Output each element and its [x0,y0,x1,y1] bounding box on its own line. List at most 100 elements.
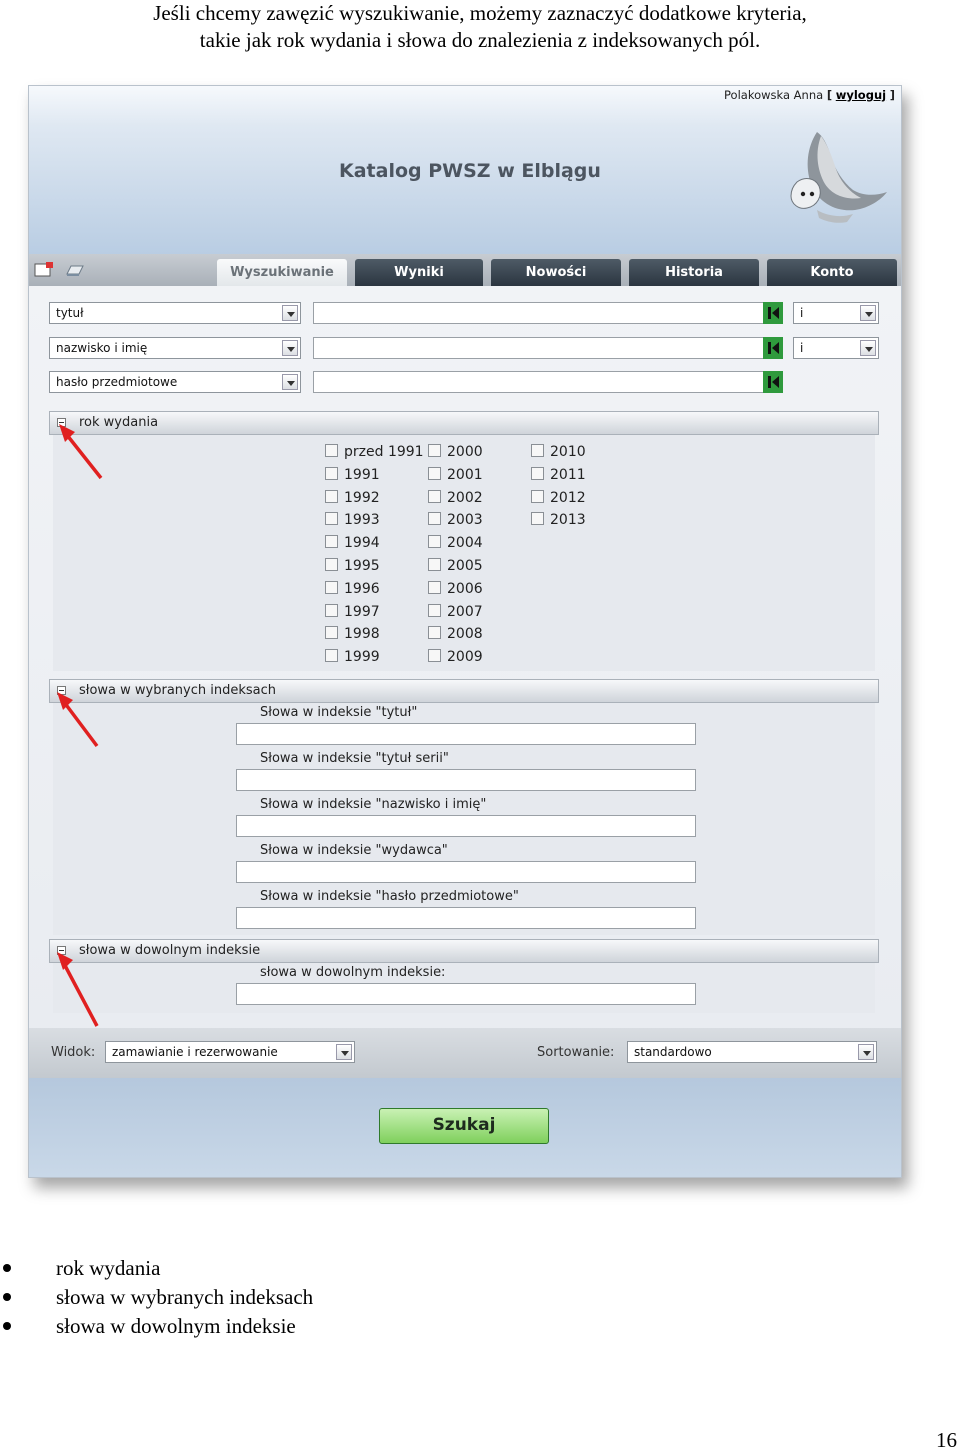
search-button[interactable]: Szukaj [379,1108,549,1144]
operator-select-2-value: i [800,341,804,355]
year-label: przed 1991 [344,444,424,460]
view-select[interactable]: zamawianie i rezerwowanie [105,1041,355,1063]
year-label: 2003 [447,512,483,529]
year-label: 2011 [550,466,586,483]
bracket-close: ] [889,88,895,102]
checkbox-box[interactable] [325,489,338,503]
checkbox-box[interactable] [428,466,441,480]
chevron-down-icon[interactable] [860,340,876,356]
checkbox-box[interactable] [531,512,544,526]
checkbox-box[interactable] [325,603,338,617]
field-select-3-value: hasło przedmiotowe [56,375,178,389]
any-index-section-header[interactable]: słowa w dowolnym indeksie [49,939,879,963]
year-label: 2001 [447,466,483,483]
catalog-header: Polakowska Anna [ wyloguj ] Katalog PWSZ… [29,86,901,254]
search-input-1[interactable] [313,302,783,324]
list-item: rok wydania [0,1254,313,1283]
field-select-3[interactable]: hasło przedmiotowe [49,371,301,393]
tab-konto[interactable]: Konto [767,259,897,286]
field-select-1[interactable]: tytuł [49,302,301,324]
bracket-open: [ [826,88,833,102]
chevron-down-icon[interactable] [858,1044,874,1060]
index-browse-icon[interactable] [763,371,783,393]
any-index-input[interactable] [236,983,696,1005]
view-sort-bar: Widok: zamawianie i rezerwowanie Sortowa… [29,1028,901,1078]
tab-wyszukiwanie[interactable]: Wyszukiwanie [217,259,347,286]
chevron-down-icon[interactable] [282,305,298,321]
sort-label: Sortowanie: [537,1045,615,1060]
checkbox-box[interactable] [325,512,338,526]
chevron-down-icon[interactable] [282,374,298,390]
year-label: 1991 [344,466,380,483]
checkbox-box[interactable] [428,649,441,663]
index-input-tytul[interactable] [236,723,696,745]
checkbox-box[interactable] [428,558,441,571]
checkbox-box[interactable] [531,489,544,503]
year-label: 2000 [447,444,483,460]
checkbox-box[interactable] [428,489,441,503]
checkbox-box[interactable] [531,466,544,480]
checkbox-box[interactable] [531,444,544,457]
index-input-wydawca[interactable] [236,861,696,883]
index-label-wydawca: Słowa w indeksie "wydawca" [260,843,448,858]
index-input-nazwisko[interactable] [236,815,696,837]
search-form: tytuł i nazwisko i imię i hasło przedmio… [29,286,901,1028]
index-browse-icon[interactable] [763,337,783,359]
navigation-bar: Wyszukiwanie Wyniki Nowości Historia Kon… [29,254,901,286]
year-label: 2008 [447,626,483,643]
checkbox-box[interactable] [428,580,441,594]
catalog-screenshot: Polakowska Anna [ wyloguj ] Katalog PWSZ… [28,85,902,1178]
checkbox-box[interactable] [428,444,441,457]
year-label: 2009 [447,649,483,666]
index-section-header[interactable]: słowa w wybranych indeksach [49,679,879,703]
checkbox-box[interactable] [428,512,441,526]
checkbox-box[interactable] [325,580,338,594]
year-label: 2012 [550,489,586,506]
operator-select-2[interactable]: i [793,337,879,359]
checkbox-box[interactable] [325,649,338,663]
checkbox-box[interactable] [428,603,441,617]
year-label: 2005 [447,558,483,574]
new-window-icon[interactable] [34,262,54,278]
user-name: Polakowska Anna [724,88,824,102]
clear-icon[interactable] [65,262,85,278]
year-label: 2013 [550,512,586,529]
year-section-header[interactable]: rok wydania [49,411,879,435]
checkbox-box[interactable] [325,535,338,549]
sort-select[interactable]: standardowo [627,1041,877,1063]
index-input-tytul-serii[interactable] [236,769,696,791]
year-label: 1995 [344,558,380,574]
index-input-haslo[interactable] [236,907,696,929]
intro-text: Jeśli chcemy zawęzić wyszukiwanie, możem… [0,0,960,54]
checkbox-box[interactable] [325,444,338,457]
checkbox-box[interactable] [428,626,441,640]
chevron-down-icon[interactable] [336,1044,352,1060]
view-select-value: zamawianie i rezerwowanie [112,1045,278,1059]
catalog-footer: Szukaj [29,1078,901,1177]
checkbox-box[interactable] [325,466,338,480]
chevron-down-icon[interactable] [860,305,876,321]
operator-select-1[interactable]: i [793,302,879,324]
red-arrow-icon [57,952,99,1027]
bullet-text: słowa w wybranych indeksach [56,1285,314,1309]
intro-line-2: takie jak rok wydania i słowa do znalezi… [199,28,761,52]
field-select-2[interactable]: nazwisko i imię [49,337,301,359]
search-input-2[interactable] [313,337,783,359]
chevron-down-icon[interactable] [282,340,298,356]
tab-nowosci[interactable]: Nowości [491,259,621,286]
checkbox-box[interactable] [428,535,441,549]
view-label: Widok: [51,1045,96,1060]
any-index-label: słowa w dowolnym indeksie: [260,965,446,980]
logout-link[interactable]: wyloguj [836,88,886,102]
field-select-2-value: nazwisko i imię [56,341,148,355]
intro-line-1: Jeśli chcemy zawęzić wyszukiwanie, możem… [153,1,807,25]
tab-historia[interactable]: Historia [629,259,759,286]
search-input-3[interactable] [313,371,783,393]
year-label: 2006 [447,580,483,597]
red-arrow-icon [57,692,99,748]
tab-wyniki[interactable]: Wyniki [355,259,483,286]
checkbox-box[interactable] [325,626,338,640]
checkbox-box[interactable] [325,558,338,571]
list-item: słowa w dowolnym indeksie [0,1312,313,1341]
index-browse-icon[interactable] [763,302,783,324]
